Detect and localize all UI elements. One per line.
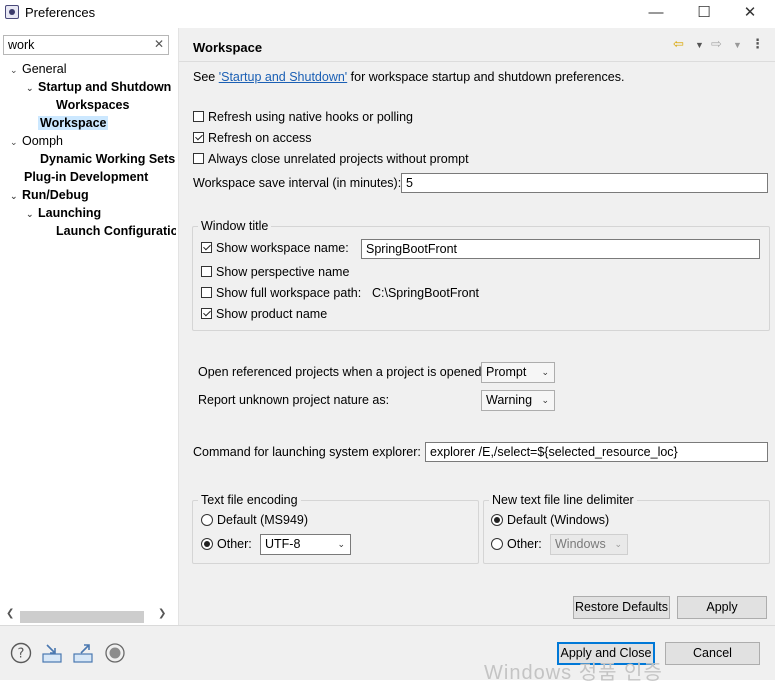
back-dropdown-icon[interactable]: ▼ xyxy=(695,40,704,50)
explorer-command-input[interactable]: explorer /E,/select=${selected_resource_… xyxy=(425,442,768,462)
open-referenced-label: Open referenced projects when a project … xyxy=(198,365,485,379)
delimiter-other-radio[interactable]: Other: xyxy=(491,537,542,551)
startup-shutdown-intro: See 'Startup and Shutdown' for workspace… xyxy=(193,70,625,84)
delimiter-default-radio[interactable]: Default (Windows) xyxy=(491,513,609,527)
cancel-button[interactable]: Cancel xyxy=(665,642,760,665)
startup-shutdown-link[interactable]: 'Startup and Shutdown' xyxy=(219,70,347,84)
radio-circle[interactable] xyxy=(491,538,503,550)
show-product-checkbox[interactable]: Show product name xyxy=(201,307,327,321)
filter-input[interactable]: work ✕ xyxy=(3,35,169,55)
eclipse-app-icon xyxy=(5,5,19,19)
scroll-left-icon[interactable]: ❮ xyxy=(6,608,14,619)
tree-item-launching[interactable]: ⌄ Launching xyxy=(0,204,176,222)
radio-circle[interactable] xyxy=(201,514,213,526)
chevron-down-icon[interactable]: ⌄ xyxy=(10,187,22,205)
chevron-down-icon[interactable]: ⌄ xyxy=(10,133,22,151)
chevron-down-icon: ⌄ xyxy=(614,539,622,549)
maximize-button[interactable]: ☐ xyxy=(684,2,724,24)
title-bar: Preferences — ☐ ✕ xyxy=(0,0,775,28)
tree-item-launch-configurations[interactable]: Launch Configurations xyxy=(0,222,176,240)
title-separator xyxy=(179,61,775,62)
window-title-group-label: Window title xyxy=(198,219,272,233)
clear-filter-icon[interactable]: ✕ xyxy=(154,37,164,51)
tree-item-oomph[interactable]: ⌄ Oomph xyxy=(0,132,176,150)
report-unknown-label: Report unknown project nature as: xyxy=(198,393,390,407)
forward-arrow-icon[interactable]: ⇨ xyxy=(711,36,722,52)
minimize-button[interactable]: — xyxy=(636,2,676,24)
page-title: Workspace xyxy=(193,40,263,55)
forward-dropdown-icon[interactable]: ▼ xyxy=(733,40,742,50)
workspace-name-input[interactable]: SpringBootFront xyxy=(361,239,760,259)
chevron-down-icon[interactable]: ⌄ xyxy=(10,61,22,79)
preference-page: Workspace ⇦ ▼ ⇨ ▼ ⋮ See 'Startup and Shu… xyxy=(179,28,775,625)
tree-item-run-debug[interactable]: ⌄ Run/Debug xyxy=(0,186,176,204)
checkbox-box[interactable] xyxy=(201,242,212,253)
windows-activation-watermark: Windows 정품 인증 xyxy=(484,662,663,684)
tree-item-general[interactable]: ⌄ General xyxy=(0,60,176,78)
open-referenced-select[interactable]: Prompt ⌄ xyxy=(481,362,555,383)
close-button[interactable]: ✕ xyxy=(730,2,770,24)
report-unknown-select[interactable]: Warning ⌄ xyxy=(481,390,555,411)
help-icon[interactable]: ? xyxy=(10,642,32,664)
radio-circle[interactable] xyxy=(491,514,503,526)
scrollbar-thumb[interactable] xyxy=(20,611,144,623)
tree-item-startup-shutdown[interactable]: ⌄ Startup and Shutdown xyxy=(0,78,176,96)
apply-button[interactable]: Apply xyxy=(677,596,767,619)
view-menu-icon[interactable]: ⋮ xyxy=(751,36,764,52)
tree-horizontal-scrollbar[interactable]: ❮ ❯ xyxy=(4,608,172,624)
explorer-command-label: Command for launching system explorer: xyxy=(193,445,421,459)
show-workspace-name-checkbox[interactable]: Show workspace name: xyxy=(201,241,349,255)
svg-text:?: ? xyxy=(18,647,25,662)
checkbox-box[interactable] xyxy=(193,111,204,122)
import-preferences-icon[interactable] xyxy=(41,642,63,664)
checkbox-box[interactable] xyxy=(193,153,204,164)
scroll-right-icon[interactable]: ❯ xyxy=(158,608,166,619)
chevron-down-icon[interactable]: ⌄ xyxy=(26,79,38,97)
refresh-native-checkbox[interactable]: Refresh using native hooks or polling xyxy=(193,110,413,124)
checkbox-box[interactable] xyxy=(193,132,204,143)
checkbox-box[interactable] xyxy=(201,308,212,319)
chevron-down-icon: ⌄ xyxy=(541,395,549,405)
tree-item-plugin-development[interactable]: Plug-in Development xyxy=(0,168,176,186)
chevron-down-icon: ⌄ xyxy=(541,367,549,377)
back-arrow-icon[interactable]: ⇦ xyxy=(673,36,684,52)
radio-circle[interactable] xyxy=(201,538,213,550)
filter-text: work xyxy=(8,38,35,52)
chevron-down-icon: ⌄ xyxy=(337,539,345,549)
save-interval-label: Workspace save interval (in minutes): xyxy=(193,176,402,190)
tree-item-dynamic-working-sets[interactable]: Dynamic Working Sets xyxy=(0,150,176,168)
save-interval-input[interactable]: 5 xyxy=(401,173,768,193)
refresh-access-checkbox[interactable]: Refresh on access xyxy=(193,131,312,145)
full-path-value: C:\SpringBootFront xyxy=(372,286,479,300)
tree-item-workspace[interactable]: Workspace xyxy=(0,114,176,132)
encoding-default-radio[interactable]: Default (MS949) xyxy=(201,513,308,527)
encoding-select[interactable]: UTF-8 ⌄ xyxy=(260,534,351,555)
line-delimiter-group-label: New text file line delimiter xyxy=(489,493,637,507)
tree-item-workspaces[interactable]: Workspaces xyxy=(0,96,176,114)
chevron-down-icon[interactable]: ⌄ xyxy=(26,205,38,223)
checkbox-box[interactable] xyxy=(201,266,212,277)
delimiter-select[interactable]: Windows ⌄ xyxy=(550,534,628,555)
export-preferences-icon[interactable] xyxy=(72,642,94,664)
show-perspective-checkbox[interactable]: Show perspective name xyxy=(201,265,349,279)
encoding-other-radio[interactable]: Other: xyxy=(201,537,252,551)
encoding-group-label: Text file encoding xyxy=(198,493,301,507)
always-close-checkbox[interactable]: Always close unrelated projects without … xyxy=(193,152,469,166)
checkbox-box[interactable] xyxy=(201,287,212,298)
preference-tree: ⌄ General ⌄ Startup and Shutdown Workspace… xyxy=(0,60,176,240)
show-full-path-checkbox[interactable]: Show full workspace path: xyxy=(201,286,361,300)
window-title: Preferences xyxy=(25,5,96,20)
restore-defaults-button[interactable]: Restore Defaults xyxy=(573,596,670,619)
oomph-record-icon[interactable] xyxy=(104,642,126,664)
preference-tree-pane: work ✕ ⌄ General ⌄ Startup and Shutdown Wo… xyxy=(0,28,179,625)
